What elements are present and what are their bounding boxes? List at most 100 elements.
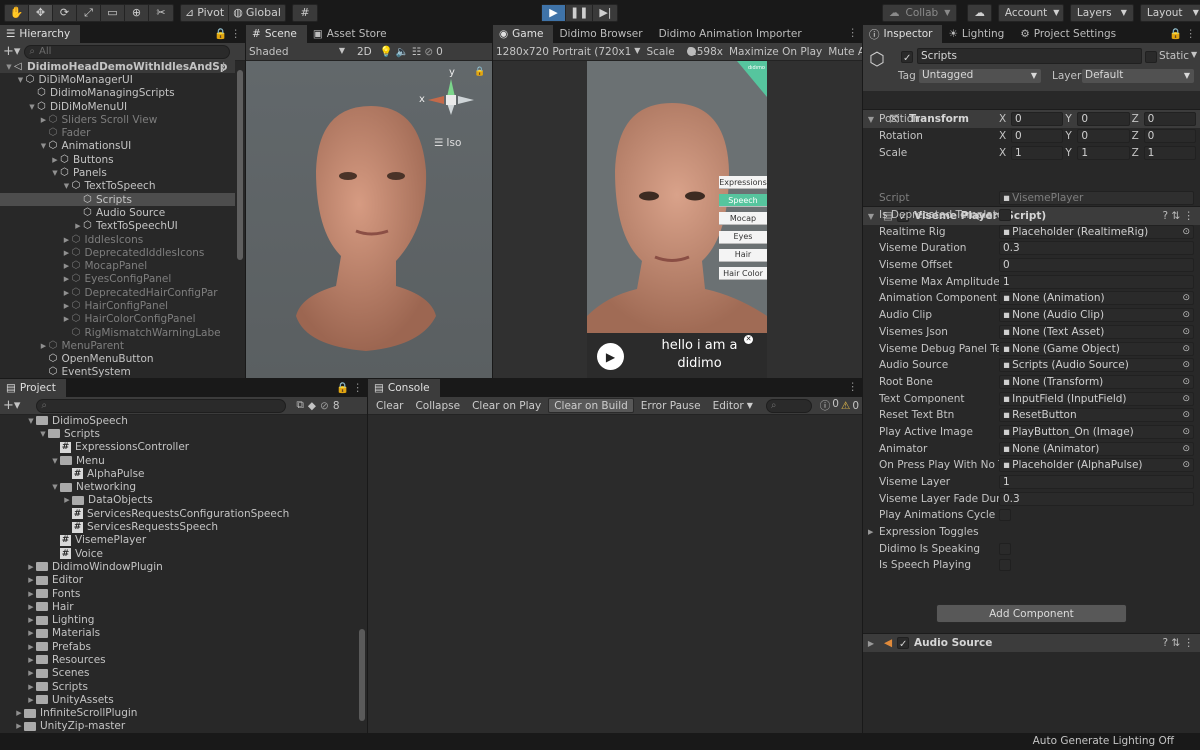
project-item[interactable]: ▶ DataObjects	[0, 494, 357, 507]
chevron-down-icon[interactable]: ▼	[39, 142, 49, 150]
object-picker-icon[interactable]: ⊙	[1182, 394, 1190, 404]
collab-button[interactable]: ☁ Collab ▼	[882, 3, 958, 22]
panel-menu-icon[interactable]: ⋮	[848, 381, 859, 393]
editor-dropdown[interactable]: Editor ▼	[707, 398, 758, 413]
warning-toggle[interactable]: ⚠ 0	[841, 400, 859, 412]
hierarchy-item[interactable]: ▶ ⬡ TextToSpeechUI	[0, 220, 235, 233]
project-item[interactable]: # Voice	[0, 547, 357, 560]
project-item[interactable]: ▼ Networking	[0, 480, 357, 493]
project-item[interactable]: # ServicesRequestsConfigurationSpeech	[0, 507, 357, 520]
2d-toggle[interactable]: 2D	[352, 44, 377, 59]
hierarchy-item[interactable]: ▶ ⬡ HairColorConfigPanel	[0, 313, 235, 326]
chevron-down-icon[interactable]: ▼	[38, 430, 48, 438]
chevron-right-icon[interactable]: ▶	[26, 656, 36, 664]
object-picker-icon[interactable]: ⊙	[1182, 360, 1190, 370]
axis-y-field[interactable]: 0	[1077, 129, 1130, 144]
hierarchy-item[interactable]: ▶ ⬡ EyesConfigPanel	[0, 273, 235, 286]
hierarchy-item[interactable]: ▼ ⬡ DiDiMoMenuUI	[0, 100, 235, 113]
scene-menu-icon[interactable]: ⋮	[219, 61, 230, 73]
tab-lighting[interactable]: ☀ Lighting	[942, 25, 1014, 43]
tab-inspector[interactable]: ⓘ Inspector	[863, 25, 943, 43]
property-value-field[interactable]: 1	[999, 475, 1194, 490]
object-name-field[interactable]: Scripts	[917, 48, 1142, 64]
chevron-right-icon[interactable]: ▶	[62, 275, 72, 283]
project-item[interactable]: ▼ DidimoSpeech	[0, 414, 357, 427]
chevron-right-icon[interactable]: ▶	[14, 709, 24, 717]
axis-z-field[interactable]: 0	[1143, 129, 1196, 144]
clear-on-build-toggle[interactable]: Clear on Build	[548, 398, 634, 413]
tab-game[interactable]: ◉ Game	[493, 25, 554, 43]
hierarchy-item[interactable]: ⬡ Scripts	[0, 192, 235, 207]
layout-dropdown[interactable]: Layout ▼	[1139, 3, 1200, 22]
project-item[interactable]: ▶ Lighting	[0, 613, 357, 626]
chevron-right-icon[interactable]: ▶	[868, 528, 873, 536]
hidden-icon[interactable]: ⊘	[424, 46, 433, 58]
hierarchy-item[interactable]: ⬡ DidimoManagingScripts	[0, 87, 235, 100]
side-menu-button[interactable]: Speech	[719, 194, 767, 208]
play-button[interactable]: ▶	[542, 4, 566, 21]
project-item[interactable]: ▶ Prefabs	[0, 640, 357, 653]
chevron-right-icon[interactable]: ▶	[62, 249, 72, 257]
tab-scene[interactable]: # Scene	[246, 25, 307, 43]
component-menu-icon[interactable]: ? ⇅ ⋮	[1162, 637, 1194, 649]
property-value-field[interactable]: 0.3	[999, 491, 1194, 506]
property-checkbox[interactable]	[999, 559, 1011, 572]
object-picker-icon[interactable]: ⊙	[1182, 327, 1190, 337]
pivot-toggle[interactable]: ⊿ Pivot	[181, 4, 230, 21]
audio-source-enabled-checkbox[interactable]	[897, 637, 909, 649]
light-icon[interactable]: 💡	[380, 45, 393, 58]
tab-asset-store[interactable]: ▣ Asset Store	[307, 25, 397, 43]
chevron-right-icon[interactable]: ▶	[39, 116, 49, 124]
tag-dropdown[interactable]: Untagged ▼	[919, 69, 1041, 83]
chevron-right-icon[interactable]: ▶	[62, 236, 72, 244]
object-reference-field[interactable]: ▪ None (Transform) ⊙	[999, 374, 1194, 389]
add-icon[interactable]: +▾	[3, 398, 20, 413]
rect-tool-button[interactable]: ▭	[101, 4, 125, 21]
hierarchy-item[interactable]: ▶ ⬡ HairConfigPanel	[0, 299, 235, 312]
side-menu-button[interactable]: Hair Color	[719, 267, 767, 280]
chevron-down-icon[interactable]: ▼	[4, 63, 14, 71]
project-item[interactable]: # VisemePlayer	[0, 534, 357, 547]
axis-z-field[interactable]: 0	[1143, 112, 1196, 127]
object-reference-field[interactable]: ▪ None (Text Asset) ⊙	[999, 324, 1194, 339]
project-item[interactable]: ▶ UnityZip-master	[0, 720, 357, 733]
object-reference-field[interactable]: ▪ Placeholder (RealtimeRig) ⊙	[999, 224, 1194, 239]
account-dropdown[interactable]: Account ▼	[997, 3, 1064, 22]
speech-play-button[interactable]: ▶	[597, 343, 624, 370]
object-reference-field[interactable]: ▪ None (Animator) ⊙	[999, 441, 1194, 456]
hierarchy-item[interactable]: ▼ ⬡ AnimationsUI	[0, 140, 235, 153]
hierarchy-item[interactable]: ⬡ EventSystem	[0, 366, 235, 378]
axis-x-field[interactable]: 0	[1011, 129, 1064, 144]
chevron-right-icon[interactable]: ▶	[62, 289, 72, 297]
panel-menu-icon[interactable]: ⋮	[848, 27, 859, 39]
object-picker-icon[interactable]: ⊙	[1182, 293, 1190, 303]
property-value-field[interactable]: 0	[999, 258, 1194, 273]
object-picker-icon[interactable]: ⊙	[1182, 460, 1190, 470]
error-pause-toggle[interactable]: Error Pause	[635, 398, 706, 413]
chevron-right-icon[interactable]: ▶	[26, 590, 36, 598]
pause-button[interactable]: ❚❚	[566, 4, 594, 21]
lock-icon[interactable]: 🔒	[474, 67, 485, 77]
chevron-right-icon[interactable]: ▶	[26, 563, 36, 571]
chevron-right-icon[interactable]: ▶	[26, 603, 36, 611]
project-item[interactable]: ▼ Scripts	[0, 427, 357, 440]
shading-dropdown[interactable]: Shaded ▼	[249, 46, 349, 58]
hierarchy-item[interactable]: ▼ ◁ DidimoHeadDemoWithIdlesAndSp ⋮	[0, 60, 235, 74]
object-reference-field[interactable]: ▪ Scripts (Audio Source) ⊙	[999, 358, 1194, 373]
audio-icon[interactable]: 🔈	[396, 45, 409, 58]
chevron-down-icon[interactable]: ▼	[50, 457, 60, 465]
object-reference-field[interactable]: ▪ None (Game Object) ⊙	[999, 341, 1194, 356]
property-value-field[interactable]: 1	[999, 274, 1194, 289]
hierarchy-item[interactable]: ⬡ Fader	[0, 126, 235, 139]
layers-dropdown[interactable]: Layers ▼	[1069, 3, 1134, 22]
project-scrollbar[interactable]	[359, 629, 365, 721]
object-picker-icon[interactable]: ⊙	[1182, 444, 1190, 454]
chevron-right-icon[interactable]: ▶	[62, 496, 72, 504]
layer-dropdown[interactable]: Default ▼	[1082, 69, 1194, 83]
object-picker-icon[interactable]: ⊙	[1182, 310, 1190, 320]
maximize-on-play-toggle[interactable]: Maximize On Play	[729, 46, 822, 58]
project-item[interactable]: # ServicesRequestsSpeech	[0, 520, 357, 533]
object-picker-icon[interactable]: ⊙	[1182, 227, 1190, 237]
hierarchy-item[interactable]: ▶ ⬡ Buttons	[0, 153, 235, 166]
property-label[interactable]: Expression Toggles	[879, 526, 999, 538]
